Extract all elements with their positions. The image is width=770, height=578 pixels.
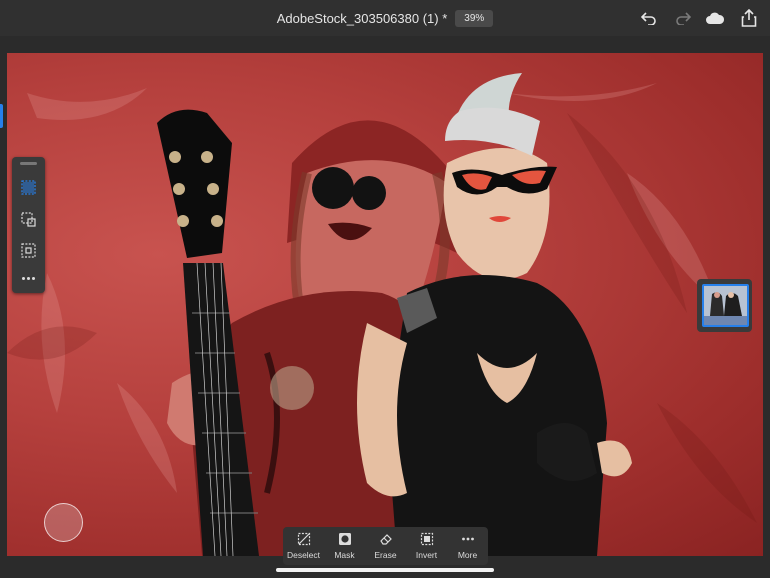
touch-shortcut-button[interactable] xyxy=(44,503,83,542)
mask-button[interactable]: Mask xyxy=(324,527,365,565)
selection-action-bar: Deselect Mask Erase Invert More xyxy=(283,527,488,565)
deselect-label: Deselect xyxy=(286,550,321,560)
document-title[interactable]: AdobeStock_303506380 (1) * xyxy=(277,11,448,26)
transform-select-icon xyxy=(21,243,36,258)
invert-label: Invert xyxy=(415,550,438,560)
rect-select-icon xyxy=(21,212,36,227)
quick-select-tool[interactable] xyxy=(20,179,37,196)
more-label: More xyxy=(457,550,478,560)
more-horizontal-icon xyxy=(461,537,474,541)
selection-tool-panel xyxy=(12,157,45,293)
panel-drag-handle[interactable] xyxy=(20,162,37,165)
more-icon xyxy=(22,277,35,280)
layers-panel-toggle[interactable] xyxy=(697,279,752,332)
cloud-button[interactable] xyxy=(704,7,726,29)
redo-button[interactable] xyxy=(672,7,694,29)
layer-thumbnail-image xyxy=(704,286,747,325)
photo-artwork xyxy=(7,73,757,556)
mask-icon xyxy=(338,533,351,545)
layer-thumbnail[interactable] xyxy=(702,284,749,327)
deselect-button[interactable]: Deselect xyxy=(283,527,324,565)
invert-button[interactable]: Invert xyxy=(406,527,447,565)
home-indicator[interactable] xyxy=(276,568,494,572)
more-tools-button[interactable] xyxy=(20,270,37,287)
erase-button[interactable]: Erase xyxy=(365,527,406,565)
left-edge-accent xyxy=(0,104,3,128)
redo-icon xyxy=(676,12,691,25)
photo-canvas[interactable] xyxy=(7,53,763,556)
quick-select-icon xyxy=(21,180,36,195)
rect-select-tool[interactable] xyxy=(20,211,37,228)
undo-button[interactable] xyxy=(638,7,660,29)
undo-icon xyxy=(641,12,656,25)
transform-select-tool[interactable] xyxy=(20,242,37,259)
more-actions-button[interactable]: More xyxy=(447,527,488,565)
invert-icon xyxy=(420,532,433,546)
share-icon xyxy=(741,9,757,27)
mask-label: Mask xyxy=(334,550,355,560)
share-button[interactable] xyxy=(738,7,760,29)
erase-label: Erase xyxy=(374,550,397,560)
cloud-icon xyxy=(706,12,725,24)
eraser-icon xyxy=(379,534,392,545)
zoom-level-badge[interactable]: 39% xyxy=(455,9,494,27)
deselect-icon xyxy=(297,532,310,546)
